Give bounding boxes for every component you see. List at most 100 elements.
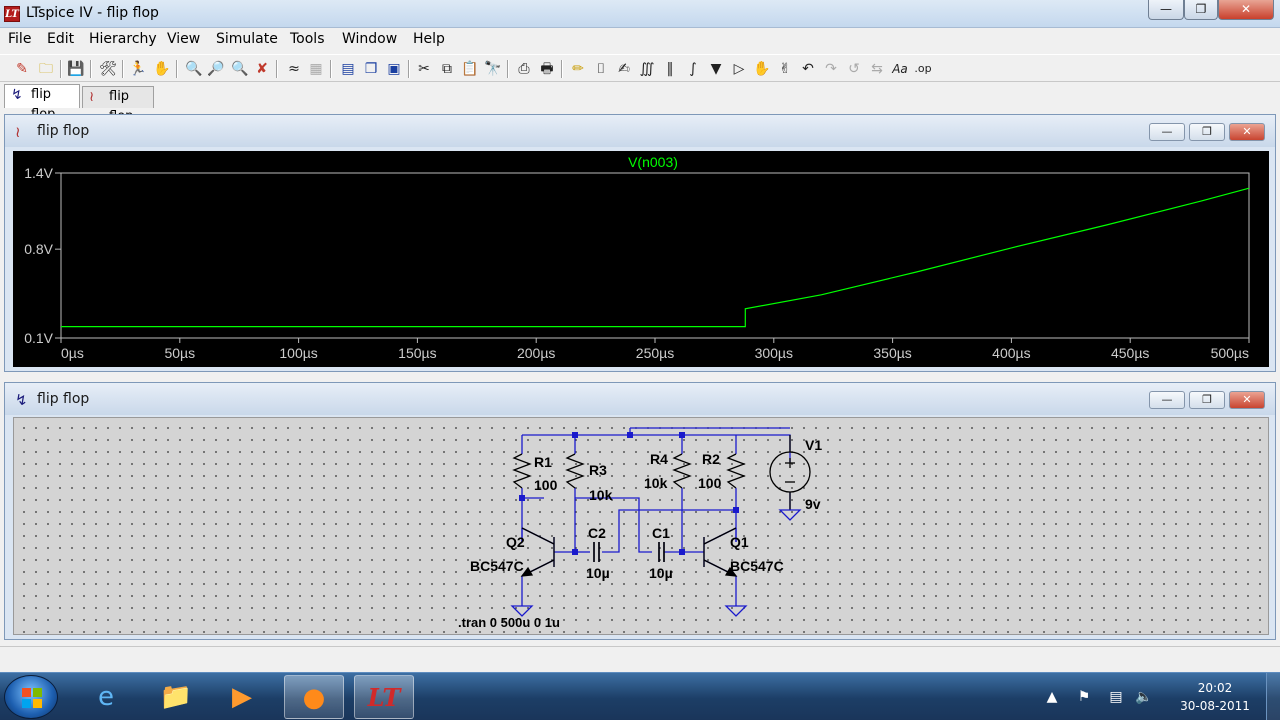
tab-waveform[interactable]: ≀ flip flop xyxy=(82,86,154,124)
inductor-icon[interactable]: ∫ xyxy=(683,59,703,79)
menu-view[interactable]: View xyxy=(167,31,200,47)
plot-window-title: flip flop xyxy=(37,123,90,139)
print-setup-icon[interactable]: ⎙ xyxy=(514,59,534,79)
trace-label[interactable]: V(n003) xyxy=(628,154,678,170)
run-icon[interactable]: 🏃 xyxy=(128,59,148,79)
plot-restore-button[interactable]: ❐ xyxy=(1189,123,1225,141)
waveform-plot[interactable]: V(n003) 1.4V 0.8V 0.1V 0µs 50µs 100µs 150µs 20… xyxy=(13,151,1269,367)
menu-edit[interactable]: Edit xyxy=(47,31,74,47)
network-icon[interactable]: ▤ xyxy=(1106,687,1126,707)
c2-label[interactable]: C2 xyxy=(588,525,606,541)
move-hand-icon[interactable]: ✋ xyxy=(752,59,772,79)
text-icon[interactable]: Aa xyxy=(890,59,910,79)
waveform-chart[interactable]: V(n003) 1.4V 0.8V 0.1V 0µs 50µs 100µs 150µs 20… xyxy=(13,151,1269,367)
r1-label[interactable]: R1 xyxy=(534,454,552,470)
schematic-restore-button[interactable]: ❐ xyxy=(1189,391,1225,409)
paste-icon[interactable]: 📋 xyxy=(460,59,480,79)
spice-directive-icon[interactable]: .op xyxy=(913,59,933,79)
q2-label[interactable]: Q2 xyxy=(506,534,525,550)
redo-icon[interactable]: ↷ xyxy=(821,59,841,79)
internet-explorer-icon[interactable]: e xyxy=(76,675,136,719)
print-icon[interactable]: 🖶 xyxy=(537,59,557,79)
tile-horizontal-icon[interactable]: ▤ xyxy=(338,59,358,79)
ground-icon[interactable]: ⌷ xyxy=(591,59,611,79)
folder-icon[interactable]: 📁 xyxy=(146,675,206,719)
tab-schematic[interactable]: ↯ flip flop xyxy=(4,84,80,122)
volume-icon[interactable]: 🔈 xyxy=(1134,687,1154,707)
menu-tools[interactable]: Tools xyxy=(290,31,325,47)
autorange-icon[interactable]: ≈ xyxy=(284,59,304,79)
trace-line[interactable] xyxy=(61,187,1250,328)
mirror-icon[interactable]: ⇆ xyxy=(867,59,887,79)
menu-simulate[interactable]: Simulate xyxy=(216,31,278,47)
toolbar: ✎ 🗀 💾 🛠 🏃 ✋ 🔍 🔎 🔍 ✘ ≈ ▦ ▤ ❐ ▣ ✂ ⧉ 📋 🔭 ⎙ … xyxy=(0,54,1280,82)
zoom-in-icon[interactable]: 🔍 xyxy=(184,59,204,79)
cut-icon[interactable]: ✂ xyxy=(414,59,434,79)
menu-hierarchy[interactable]: Hierarchy xyxy=(89,31,157,47)
spice-directive[interactable]: .tran 0 500u 0 1u xyxy=(458,615,560,630)
q1-label[interactable]: Q1 xyxy=(730,534,749,550)
menu-window[interactable]: Window xyxy=(342,31,397,47)
zoom-cancel-icon[interactable]: ✘ xyxy=(252,59,272,79)
plot-minimize-button[interactable]: — xyxy=(1149,123,1185,141)
r2-label[interactable]: R2 xyxy=(702,451,720,467)
label-net-icon[interactable]: ✍ xyxy=(614,59,634,79)
drag-hand-icon[interactable]: ✌ xyxy=(775,59,795,79)
schematic-minimize-button[interactable]: — xyxy=(1149,391,1185,409)
diode-icon[interactable]: ▼ xyxy=(706,59,726,79)
rotate-icon[interactable]: ↺ xyxy=(844,59,864,79)
capacitor-icon[interactable]: ‖ xyxy=(660,59,680,79)
maximize-button[interactable]: ❐ xyxy=(1184,0,1218,20)
q2-model[interactable]: BC547C xyxy=(470,558,524,574)
r4-value[interactable]: 10k xyxy=(644,475,668,491)
q1-model[interactable]: BC547C xyxy=(730,558,784,574)
r3-value[interactable]: 10k xyxy=(589,487,613,503)
plot-window-titlebar: ≀ flip flop — ❐ ✕ xyxy=(5,115,1275,147)
r2-value[interactable]: 100 xyxy=(698,475,722,491)
ltspice-logo-icon: LT xyxy=(4,6,20,22)
media-player-icon[interactable]: ▶ xyxy=(212,675,272,719)
draw-wire-icon[interactable]: ✏ xyxy=(568,59,588,79)
c2-value[interactable]: 10µ xyxy=(586,565,610,581)
minimize-button[interactable]: — xyxy=(1148,0,1184,20)
v1-label[interactable]: V1 xyxy=(805,437,822,453)
control-panel-icon[interactable]: 🛠 xyxy=(98,59,118,79)
status-bar xyxy=(0,646,1280,672)
menu-file[interactable]: File xyxy=(8,31,31,47)
component-icon[interactable]: ▷ xyxy=(729,59,749,79)
circuit-diagram[interactable]: R1 100 R3 10k R4 10k R2 100 C2 10µ C1 10… xyxy=(14,418,1270,636)
r4-label[interactable]: R4 xyxy=(650,451,668,467)
plot-close-button[interactable]: ✕ xyxy=(1229,123,1265,141)
close-window-icon[interactable]: ▣ xyxy=(384,59,404,79)
schematic-close-button[interactable]: ✕ xyxy=(1229,391,1265,409)
save-icon[interactable]: 💾 xyxy=(66,59,86,79)
close-button[interactable]: ✕ xyxy=(1218,0,1274,20)
r1-value[interactable]: 100 xyxy=(534,477,558,493)
c1-label[interactable]: C1 xyxy=(652,525,670,541)
cascade-icon[interactable]: ❐ xyxy=(361,59,381,79)
clock[interactable]: 20:02 30-08-2011 xyxy=(1173,679,1257,715)
r3-label[interactable]: R3 xyxy=(589,462,607,478)
v1-value[interactable]: 9v xyxy=(805,496,821,512)
menu-help[interactable]: Help xyxy=(413,31,445,47)
open-folder-icon[interactable]: 🗀 xyxy=(36,59,56,79)
c1-value[interactable]: 10µ xyxy=(649,565,673,581)
split-plot-icon[interactable]: ▦ xyxy=(306,59,326,79)
windows-taskbar: e 📁 ▶ ● LT ▲ ⚑ ▤ 🔈 20:02 30-08-2011 xyxy=(0,672,1280,720)
show-hidden-icons-icon[interactable]: ▲ xyxy=(1042,687,1062,707)
halt-hand-icon[interactable]: ✋ xyxy=(152,59,172,79)
action-center-flag-icon[interactable]: ⚑ xyxy=(1074,687,1094,707)
start-button[interactable] xyxy=(4,675,58,719)
show-desktop-button[interactable] xyxy=(1266,673,1280,720)
undo-icon[interactable]: ↶ xyxy=(798,59,818,79)
resistor-icon[interactable]: ∭ xyxy=(637,59,657,79)
pan-icon[interactable]: 🔎 xyxy=(206,59,226,79)
firefox-icon[interactable]: ● xyxy=(284,675,344,719)
find-icon[interactable]: 🔭 xyxy=(483,59,503,79)
copy-icon[interactable]: ⧉ xyxy=(437,59,457,79)
ltspice-taskbar-icon[interactable]: LT xyxy=(354,675,414,719)
transistors xyxy=(520,527,738,577)
new-schematic-icon[interactable]: ✎ xyxy=(12,59,32,79)
schematic-canvas[interactable]: R1 100 R3 10k R4 10k R2 100 C2 10µ C1 10… xyxy=(13,417,1269,635)
zoom-out-icon[interactable]: 🔍 xyxy=(230,59,250,79)
